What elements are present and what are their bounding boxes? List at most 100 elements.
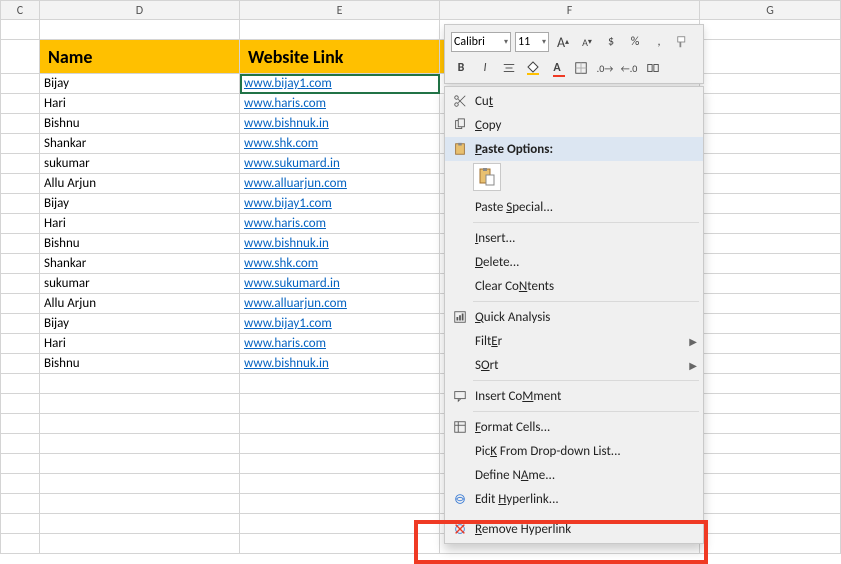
cell[interactable] (700, 134, 841, 154)
cell[interactable] (40, 394, 240, 414)
cell[interactable] (700, 394, 841, 414)
header-name[interactable]: Name (40, 40, 240, 74)
cell[interactable] (0, 494, 40, 514)
cell-link[interactable]: www.bishnuk.in (240, 354, 440, 374)
cell[interactable] (240, 474, 440, 494)
hyperlink[interactable]: www.bishnuk.in (244, 116, 329, 131)
menu-insert-comment[interactable]: Insert CoMment (445, 384, 703, 408)
cell[interactable] (40, 534, 240, 554)
cell-name[interactable]: Shankar (40, 134, 240, 154)
hyperlink[interactable]: www.alluarjun.com (244, 296, 347, 311)
col-header-E[interactable]: E (240, 0, 440, 20)
cell-name[interactable]: Hari (40, 214, 240, 234)
italic-button[interactable]: I (475, 58, 495, 78)
menu-remove-hyperlink[interactable]: Remove Hyperlink (445, 517, 703, 541)
cell[interactable] (700, 174, 841, 194)
hyperlink[interactable]: www.bishnuk.in (244, 356, 329, 371)
cell[interactable] (40, 20, 240, 40)
menu-format-cells[interactable]: Format Cells... (445, 415, 703, 439)
cell[interactable] (0, 194, 40, 214)
cell[interactable] (700, 354, 841, 374)
cell[interactable] (240, 20, 440, 40)
cell-link[interactable]: www.haris.com (240, 94, 440, 114)
menu-edit-hyperlink[interactable]: Edit Hyperlink... (445, 487, 703, 511)
cell[interactable] (40, 474, 240, 494)
menu-pick-from-list[interactable]: PicK From Drop-down List... (445, 439, 703, 463)
hyperlink[interactable]: www.shk.com (244, 256, 318, 271)
cell-link[interactable]: www.haris.com (240, 214, 440, 234)
cell-link[interactable]: www.alluarjun.com (240, 174, 440, 194)
cell[interactable] (700, 94, 841, 114)
cell[interactable] (700, 514, 841, 534)
cell[interactable] (240, 394, 440, 414)
header-website[interactable]: Website Link (240, 40, 440, 74)
cell[interactable] (0, 154, 40, 174)
menu-clear-contents[interactable]: Clear CoNtents (445, 274, 703, 298)
cell[interactable] (0, 374, 40, 394)
cell[interactable] (0, 474, 40, 494)
cell[interactable] (700, 534, 841, 554)
cell[interactable] (700, 214, 841, 234)
cell-link[interactable]: www.haris.com (240, 334, 440, 354)
menu-filter[interactable]: FiltEr ▶ (445, 329, 703, 353)
hyperlink[interactable]: www.bijay1.com (244, 316, 332, 331)
menu-delete[interactable]: Delete... (445, 250, 703, 274)
menu-sort[interactable]: SOrt ▶ (445, 353, 703, 377)
cell-link[interactable]: www.bishnuk.in (240, 114, 440, 134)
cell-link[interactable]: www.bijay1.com (240, 314, 440, 334)
cell[interactable] (0, 454, 40, 474)
cell[interactable] (700, 454, 841, 474)
cell[interactable] (240, 514, 440, 534)
cell[interactable] (700, 414, 841, 434)
increase-font-button[interactable]: A▴ (553, 32, 573, 52)
cell-link[interactable]: www.bijay1.com (240, 74, 440, 94)
cell-name[interactable]: Shankar (40, 254, 240, 274)
cell[interactable] (40, 454, 240, 474)
cell-name[interactable]: Bishnu (40, 114, 240, 134)
cell-link[interactable]: www.sukumard.in (240, 274, 440, 294)
cell-link[interactable]: www.sukumard.in (240, 154, 440, 174)
cell[interactable] (0, 174, 40, 194)
cell[interactable] (700, 254, 841, 274)
menu-paste-options[interactable]: Paste Options: (445, 137, 703, 161)
font-combo[interactable]: Calibri ▾ (451, 32, 511, 52)
cell[interactable] (700, 314, 841, 334)
cell-name[interactable]: Bijay (40, 74, 240, 94)
cell[interactable] (0, 414, 40, 434)
cell-name[interactable]: Bishnu (40, 234, 240, 254)
cell[interactable] (700, 294, 841, 314)
menu-insert[interactable]: Insert... (445, 226, 703, 250)
cell[interactable] (0, 394, 40, 414)
menu-cut[interactable]: Cut (445, 89, 703, 113)
cell-link[interactable]: www.bishnuk.in (240, 234, 440, 254)
cell-name[interactable]: Bishnu (40, 354, 240, 374)
cell-link[interactable]: www.shk.com (240, 134, 440, 154)
cell[interactable] (0, 274, 40, 294)
cell[interactable] (240, 414, 440, 434)
hyperlink[interactable]: www.bijay1.com (244, 76, 332, 91)
cell[interactable] (0, 434, 40, 454)
cell[interactable] (0, 254, 40, 274)
cell-name[interactable]: sukumar (40, 274, 240, 294)
cell[interactable] (240, 494, 440, 514)
cell[interactable] (0, 294, 40, 314)
cell-link[interactable]: www.bijay1.com (240, 194, 440, 214)
cell[interactable] (240, 434, 440, 454)
cell[interactable] (0, 334, 40, 354)
hyperlink[interactable]: www.sukumard.in (244, 276, 340, 291)
cell[interactable] (700, 334, 841, 354)
hyperlink[interactable]: www.haris.com (244, 336, 326, 351)
increase-decimal-button[interactable]: .0→ (595, 58, 615, 78)
cell-link[interactable]: www.alluarjun.com (240, 294, 440, 314)
percent-format-button[interactable]: % (625, 32, 645, 52)
cell-name[interactable]: Bijay (40, 194, 240, 214)
spreadsheet-grid[interactable]: C D E F G Name Website Link Bijaywww.bij… (0, 0, 841, 564)
cell[interactable] (0, 74, 40, 94)
cell[interactable] (0, 134, 40, 154)
cell[interactable] (700, 74, 841, 94)
hyperlink[interactable]: www.shk.com (244, 136, 318, 151)
cell-name[interactable]: Allu Arjun (40, 294, 240, 314)
cell[interactable] (700, 20, 841, 40)
col-header-C[interactable]: C (0, 0, 40, 20)
col-header-D[interactable]: D (40, 0, 240, 20)
